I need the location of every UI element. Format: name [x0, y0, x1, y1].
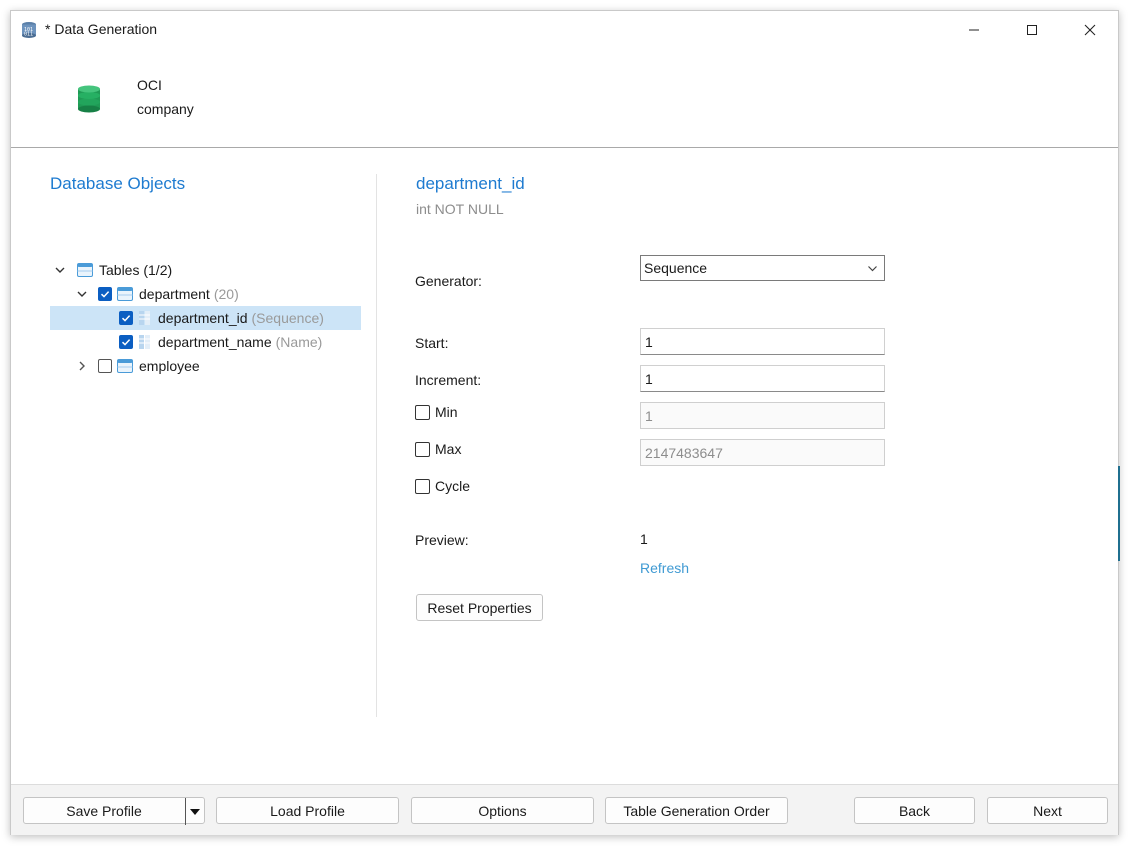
min-option[interactable]: Min: [415, 404, 458, 420]
start-value: 1: [645, 333, 653, 350]
generator-selected-value: Sequence: [644, 260, 708, 276]
increment-value: 1: [645, 370, 653, 387]
data-generation-app-icon: 101 011: [22, 22, 36, 38]
max-option[interactable]: Max: [415, 441, 461, 457]
max-input: 2147483647: [640, 439, 885, 466]
title-bar: 101 011 * Data Generation: [11, 11, 1118, 49]
connection-header: OCI company: [11, 49, 1118, 148]
column-icon: [139, 311, 150, 325]
tree-node-tables[interactable]: Tables (1/2): [53, 258, 172, 282]
maximize-icon: [1027, 25, 1037, 35]
department-checkbox[interactable]: [98, 287, 112, 301]
max-label: Max: [435, 441, 462, 457]
chevron-down-icon: [868, 266, 877, 272]
chevron-down-icon[interactable]: [53, 263, 67, 277]
database-icon: [78, 85, 100, 113]
database-objects-title: Database Objects: [50, 174, 186, 193]
window-title: * Data Generation: [45, 21, 158, 37]
generator-select[interactable]: Sequence: [640, 255, 885, 281]
refresh-link[interactable]: Refresh: [640, 560, 689, 576]
load-profile-button[interactable]: Load Profile: [216, 797, 399, 824]
department-name-checkbox[interactable]: [119, 335, 133, 349]
checkmark-icon: [121, 339, 131, 346]
department-id-checkbox[interactable]: [119, 311, 133, 325]
min-label: Min: [435, 404, 458, 420]
start-input[interactable]: 1: [640, 328, 885, 355]
table-icon: [117, 287, 133, 301]
min-checkbox[interactable]: [415, 404, 430, 420]
max-checkbox[interactable]: [415, 441, 430, 457]
svg-text:011: 011: [24, 32, 33, 38]
max-value: 2147483647: [645, 444, 723, 461]
start-label: Start:: [415, 335, 449, 351]
next-button[interactable]: Next: [987, 797, 1108, 824]
chevron-right-icon[interactable]: [75, 359, 89, 373]
close-button[interactable]: [1067, 11, 1113, 49]
employee-checkbox[interactable]: [98, 359, 112, 373]
min-value: 1: [645, 407, 653, 424]
department-row-count: (20): [213, 286, 239, 302]
preview-value: 1: [640, 531, 648, 547]
options-button[interactable]: Options: [411, 797, 594, 824]
checkmark-icon: [121, 315, 131, 322]
minimize-button[interactable]: [951, 11, 997, 49]
minimize-icon: [969, 29, 979, 31]
column-type: int NOT NULL: [416, 201, 504, 217]
cycle-checkbox[interactable]: [415, 478, 430, 494]
data-generation-window: 101 011 * Data Generation OCI company Da…: [10, 10, 1120, 835]
cycle-label: Cycle: [435, 478, 471, 494]
tree-department-name-label: department_name: [158, 334, 272, 350]
column-name-heading: department_id: [416, 174, 525, 193]
connection-database: company: [137, 101, 194, 117]
increment-label: Increment:: [415, 372, 482, 388]
tree-department-label: department: [139, 286, 210, 302]
scrollbar-indicator[interactable]: [1118, 466, 1120, 561]
column-icon: [139, 335, 150, 349]
increment-input[interactable]: 1: [640, 365, 885, 392]
tree-node-department[interactable]: department (20): [75, 282, 239, 306]
footer-bar: Save Profile Load Profile Options Table …: [11, 784, 1118, 835]
close-icon: [1084, 24, 1096, 36]
table-generation-order-button[interactable]: Table Generation Order: [605, 797, 788, 824]
tree-node-department-id[interactable]: department_id (Sequence): [50, 306, 361, 330]
cycle-option[interactable]: Cycle: [415, 478, 470, 494]
column-settings-panel: department_id int NOT NULL Generator: Se…: [377, 148, 1119, 796]
connection-name: OCI: [137, 77, 162, 93]
generator-label: Generator:: [415, 273, 482, 289]
tree-department-id-label: department_id: [158, 310, 248, 326]
tree-tables-label: Tables (1/2): [99, 262, 173, 278]
save-profile-dropdown[interactable]: [185, 798, 204, 825]
reset-properties-button[interactable]: Reset Properties: [416, 594, 543, 621]
checkmark-icon: [100, 291, 110, 298]
back-button[interactable]: Back: [854, 797, 975, 824]
database-objects-panel: Database Objects Tables (1/2) department…: [11, 148, 376, 718]
table-icon: [117, 359, 133, 373]
tree-node-employee[interactable]: employee: [75, 354, 200, 378]
tree-employee-label: employee: [139, 358, 200, 374]
department-name-generator: (Name): [275, 334, 323, 350]
caret-down-icon: [190, 808, 200, 815]
save-profile-split-button[interactable]: Save Profile: [23, 797, 205, 824]
save-profile-label: Save Profile: [66, 802, 142, 819]
tree-node-department-name[interactable]: department_name (Name): [119, 330, 322, 354]
chevron-down-icon[interactable]: [75, 287, 89, 301]
preview-label: Preview:: [415, 532, 469, 548]
department-id-generator: (Sequence): [251, 310, 324, 326]
tables-folder-icon: [77, 263, 93, 277]
min-input: 1: [640, 402, 885, 429]
maximize-button[interactable]: [1009, 11, 1055, 49]
